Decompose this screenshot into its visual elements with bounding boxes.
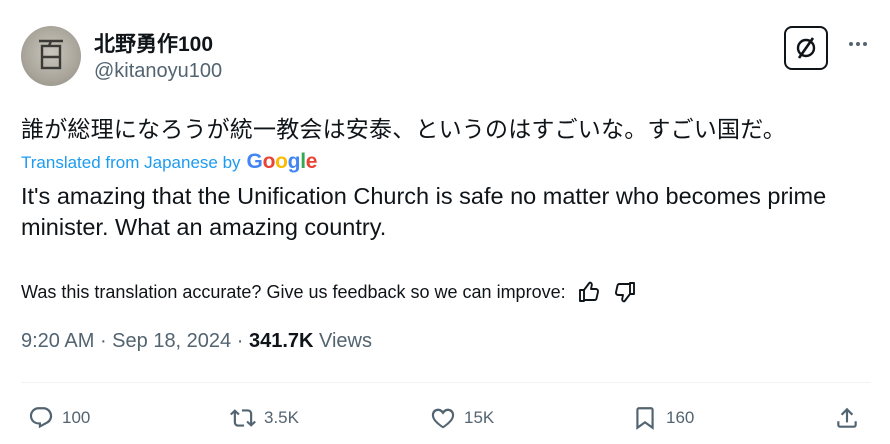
meta-separator: ·	[94, 330, 113, 352]
translated-from-link[interactable]: Translated from Japanese by Google	[21, 150, 317, 174]
feedback-prompt: Was this translation accurate? Give us f…	[21, 281, 566, 302]
like-count: 15K	[464, 408, 495, 427]
tweet-date[interactable]: Sep 18, 2024	[112, 330, 231, 352]
bookmark-count: 160	[666, 408, 695, 427]
translation-text: It's amazing that the Unification Church…	[21, 183, 827, 240]
share-icon	[837, 407, 857, 428]
views-count: 341.7K	[248, 330, 314, 352]
grok-icon	[796, 37, 816, 59]
thumbs-down-icon	[614, 282, 635, 303]
bookmark-icon	[636, 407, 654, 430]
repost-icon	[230, 409, 256, 427]
tweet-text: 誰が総理になろうが統一教会は安泰、というのはすごいな。すごい国だ。	[21, 117, 786, 143]
thumbs-down-button[interactable]	[612, 279, 638, 305]
more-button[interactable]	[846, 32, 870, 56]
repost-count: 3.5K	[264, 408, 299, 427]
divider	[21, 382, 871, 383]
translation-feedback: Was this translation accurate? Give us f…	[21, 279, 638, 305]
grok-button[interactable]	[784, 26, 828, 70]
like-button[interactable]: 15K	[430, 398, 494, 438]
tweet-time[interactable]: 9:20 AM	[21, 330, 94, 352]
action-bar: 100 3.5K 15K 160	[0, 398, 890, 438]
reply-icon	[29, 407, 53, 429]
reply-button[interactable]: 100	[28, 398, 90, 438]
google-logo: Google	[246, 150, 318, 173]
views-label: Views	[313, 330, 372, 352]
tweet-meta: 9:20 AM · Sep 18, 2024 · 341.7K Views	[21, 330, 372, 353]
author-handle[interactable]: @kitanoyu100	[94, 60, 222, 83]
reply-count: 100	[62, 408, 91, 427]
bookmark-button[interactable]: 160	[632, 398, 694, 438]
share-button[interactable]	[834, 398, 868, 438]
tweet-avatar[interactable]	[21, 26, 81, 86]
thumbs-up-icon	[578, 281, 599, 302]
more-icon	[849, 42, 867, 46]
translated-label: Translated from Japanese by	[21, 153, 241, 172]
meta-separator: ·	[231, 330, 249, 352]
thumbs-up-button[interactable]	[576, 279, 602, 305]
repost-button[interactable]: 3.5K	[230, 398, 299, 438]
avatar-glyph-icon	[39, 39, 63, 70]
heart-icon	[431, 408, 455, 429]
author-name[interactable]: 北野勇作100	[94, 28, 213, 58]
